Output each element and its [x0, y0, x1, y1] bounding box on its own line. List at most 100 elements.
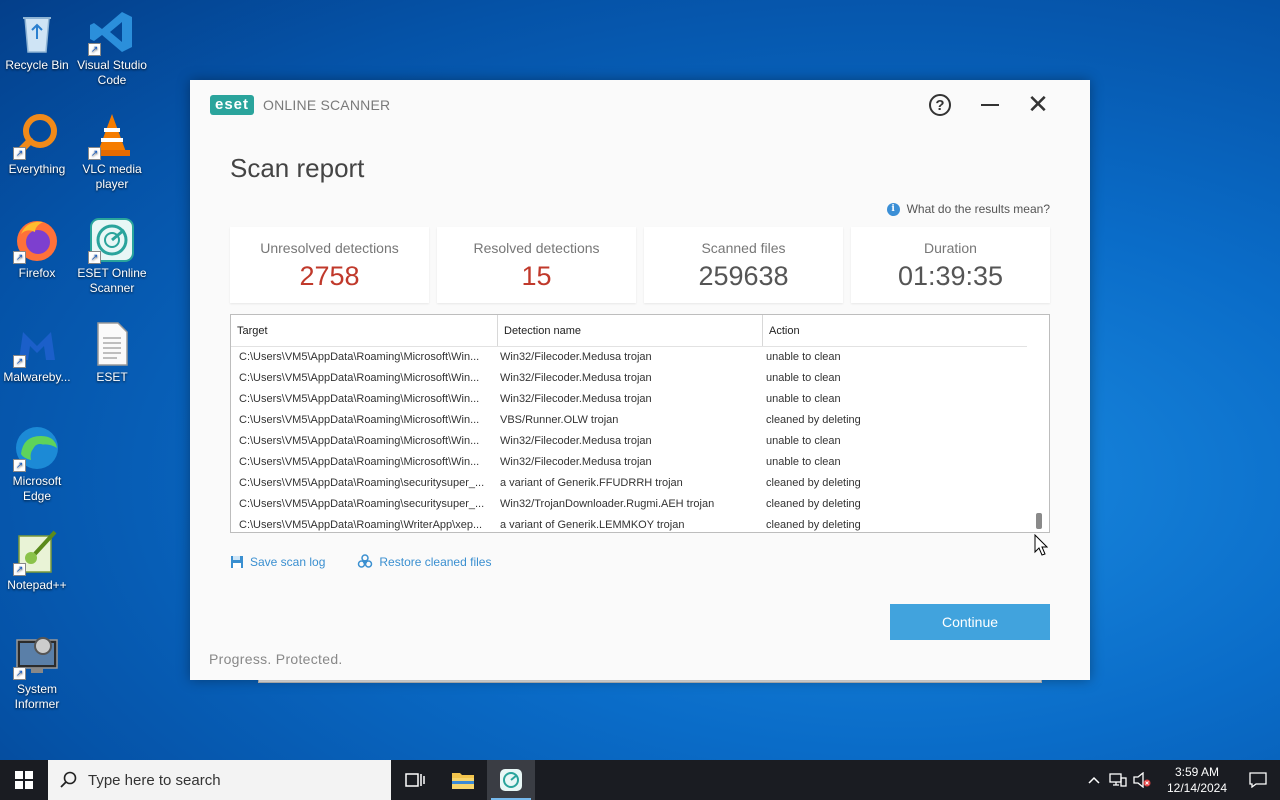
shortcut-arrow-icon: ↗ [88, 147, 101, 160]
cell-action: unable to clean [766, 351, 841, 363]
notifications-button[interactable] [1236, 772, 1280, 788]
system-informer-icon: ↗ [13, 632, 61, 680]
eset-logo: eset ONLINE SCANNER [210, 95, 390, 115]
shortcut-arrow-icon: ↗ [88, 43, 101, 56]
cell-detection: a variant of Generik.LEMMKOY trojan [500, 519, 685, 531]
cell-action: cleaned by deleting [766, 519, 861, 531]
malwarebytes-icon: ↗ [13, 320, 61, 368]
stat-value: 2758 [299, 261, 360, 291]
cell-action: unable to clean [766, 435, 841, 447]
network-button[interactable] [1106, 760, 1130, 800]
table-row[interactable]: C:\Users\VM5\AppData\Roaming\Microsoft\W… [231, 347, 1028, 368]
continue-button[interactable]: Continue [890, 604, 1050, 640]
scroll-thumb[interactable] [1036, 513, 1042, 529]
column-header-target[interactable]: Target [231, 315, 498, 346]
everything-shortcut[interactable]: ↗ Everything [0, 112, 74, 177]
start-button[interactable] [0, 760, 48, 800]
shortcut-arrow-icon: ↗ [13, 147, 26, 160]
logo-text: ONLINE SCANNER [263, 97, 391, 113]
page-title: Scan report [230, 153, 365, 183]
shortcut-arrow-icon: ↗ [88, 251, 101, 264]
table-row[interactable]: C:\Users\VM5\AppData\Roaming\securitysup… [231, 473, 1028, 494]
table-row[interactable]: C:\Users\VM5\AppData\Roaming\securitysup… [231, 494, 1028, 515]
detections-table[interactable]: Target Detection name Action C:\Users\VM… [230, 314, 1050, 533]
footer-slogan: Progress. Protected. [209, 651, 343, 667]
shortcut-arrow-icon: ↗ [13, 667, 26, 680]
cell-action: cleaned by deleting [766, 414, 861, 426]
stat-value: 259638 [698, 261, 789, 291]
vlc-shortcut[interactable]: ↗ VLC media player [75, 112, 149, 192]
clock-date: 12/14/2024 [1166, 781, 1228, 795]
file-explorer-button[interactable] [439, 760, 487, 800]
taskbar-search[interactable]: Type here to search [48, 760, 391, 800]
chevron-up-icon [1088, 776, 1100, 784]
eset-online-scanner-shortcut[interactable]: ↗ ESET Online Scanner [75, 216, 149, 296]
text-file-icon [88, 320, 136, 368]
stats-panel: Unresolved detections 2758 Resolved dete… [230, 227, 1050, 303]
recycle-bin-icon [13, 8, 61, 56]
table-row[interactable]: C:\Users\VM5\AppData\Roaming\Microsoft\W… [231, 410, 1028, 431]
notepadpp-shortcut[interactable]: ↗ Notepad++ [0, 528, 74, 593]
edge-icon: ↗ [13, 424, 61, 472]
shortcut-arrow-icon: ↗ [13, 251, 26, 264]
restore-cleaned-files-link[interactable]: Restore cleaned files [357, 554, 491, 570]
table-row[interactable]: C:\Users\VM5\AppData\Roaming\Microsoft\W… [231, 431, 1028, 452]
column-header-detection[interactable]: Detection name [498, 315, 763, 346]
eset-file-shortcut[interactable]: ESET [75, 320, 149, 385]
taskbar: Type here to search 3:59 AM 12/14/2024 [0, 760, 1280, 800]
table-body: C:\Users\VM5\AppData\Roaming\Microsoft\W… [231, 347, 1028, 532]
recycle-bin-shortcut[interactable]: Recycle Bin [0, 8, 74, 73]
biohazard-icon [358, 554, 373, 568]
results-help-link[interactable]: i What do the results mean? [886, 202, 1050, 216]
report-actions: Save scan log Restore cleaned files [230, 554, 491, 570]
help-button[interactable]: ? [929, 94, 951, 116]
shortcut-arrow-icon: ↗ [13, 459, 26, 472]
eset-taskbar-button[interactable] [487, 760, 535, 800]
cell-target: C:\Users\VM5\AppData\Roaming\Microsoft\W… [239, 372, 480, 384]
logo-badge: eset [210, 95, 255, 115]
table-scrollbar[interactable] [1027, 315, 1049, 532]
table-row[interactable]: C:\Users\VM5\AppData\Roaming\Microsoft\W… [231, 368, 1028, 389]
cell-action: cleaned by deleting [766, 477, 861, 489]
column-header-action[interactable]: Action [763, 315, 1028, 346]
cell-action: unable to clean [766, 456, 841, 468]
close-button[interactable]: ✕ [1025, 91, 1051, 118]
eset-scanner-icon [500, 769, 522, 791]
cell-detection: Win32/Filecoder.Medusa trojan [500, 435, 652, 447]
stat-label: Scanned files [701, 240, 786, 256]
firefox-shortcut[interactable]: ↗ Firefox [0, 216, 74, 281]
volume-muted-icon [1133, 772, 1151, 788]
system-tray: 3:59 AM 12/14/2024 [1082, 760, 1280, 800]
cell-detection: VBS/Runner.OLW trojan [500, 414, 619, 426]
volume-button[interactable] [1130, 760, 1154, 800]
system-informer-shortcut[interactable]: ↗ System Informer [0, 632, 74, 712]
save-icon [231, 556, 243, 568]
notepadpp-icon: ↗ [13, 528, 61, 576]
task-view-icon [405, 773, 425, 787]
cell-target: C:\Users\VM5\AppData\Roaming\securitysup… [239, 477, 485, 489]
shortcut-arrow-icon: ↗ [13, 563, 26, 576]
cell-action: cleaned by deleting [766, 498, 861, 510]
table-row[interactable]: C:\Users\VM5\AppData\Roaming\WriterApp\x… [231, 515, 1028, 532]
eset-scanner-icon: ↗ [88, 216, 136, 264]
network-icon [1109, 773, 1127, 787]
stat-unresolved: Unresolved detections 2758 [230, 227, 429, 303]
cell-detection: Win32/TrojanDownloader.Rugmi.AEH trojan [500, 498, 715, 510]
malwarebytes-shortcut[interactable]: ↗ Malwareby... [0, 320, 74, 385]
edge-shortcut[interactable]: ↗ Microsoft Edge [0, 424, 74, 504]
task-view-button[interactable] [391, 760, 439, 800]
table-row[interactable]: C:\Users\VM5\AppData\Roaming\Microsoft\W… [231, 389, 1028, 410]
notification-icon [1249, 772, 1267, 788]
taskbar-clock[interactable]: 3:59 AM 12/14/2024 [1158, 764, 1236, 796]
save-scan-log-link[interactable]: Save scan log [230, 554, 325, 570]
save-scan-log-label: Save scan log [250, 555, 326, 569]
stat-duration: Duration 01:39:35 [851, 227, 1050, 303]
show-hidden-icons-button[interactable] [1082, 760, 1106, 800]
stat-value: 01:39:35 [897, 261, 1004, 291]
table-row[interactable]: C:\Users\VM5\AppData\Roaming\Microsoft\W… [231, 452, 1028, 473]
table-header: Target Detection name Action [231, 315, 1028, 347]
restore-cleaned-files-label: Restore cleaned files [379, 555, 492, 569]
vscode-shortcut[interactable]: ↗ Visual Studio Code [75, 8, 149, 88]
minimize-button[interactable] [977, 92, 1003, 118]
info-icon: i [886, 202, 900, 216]
